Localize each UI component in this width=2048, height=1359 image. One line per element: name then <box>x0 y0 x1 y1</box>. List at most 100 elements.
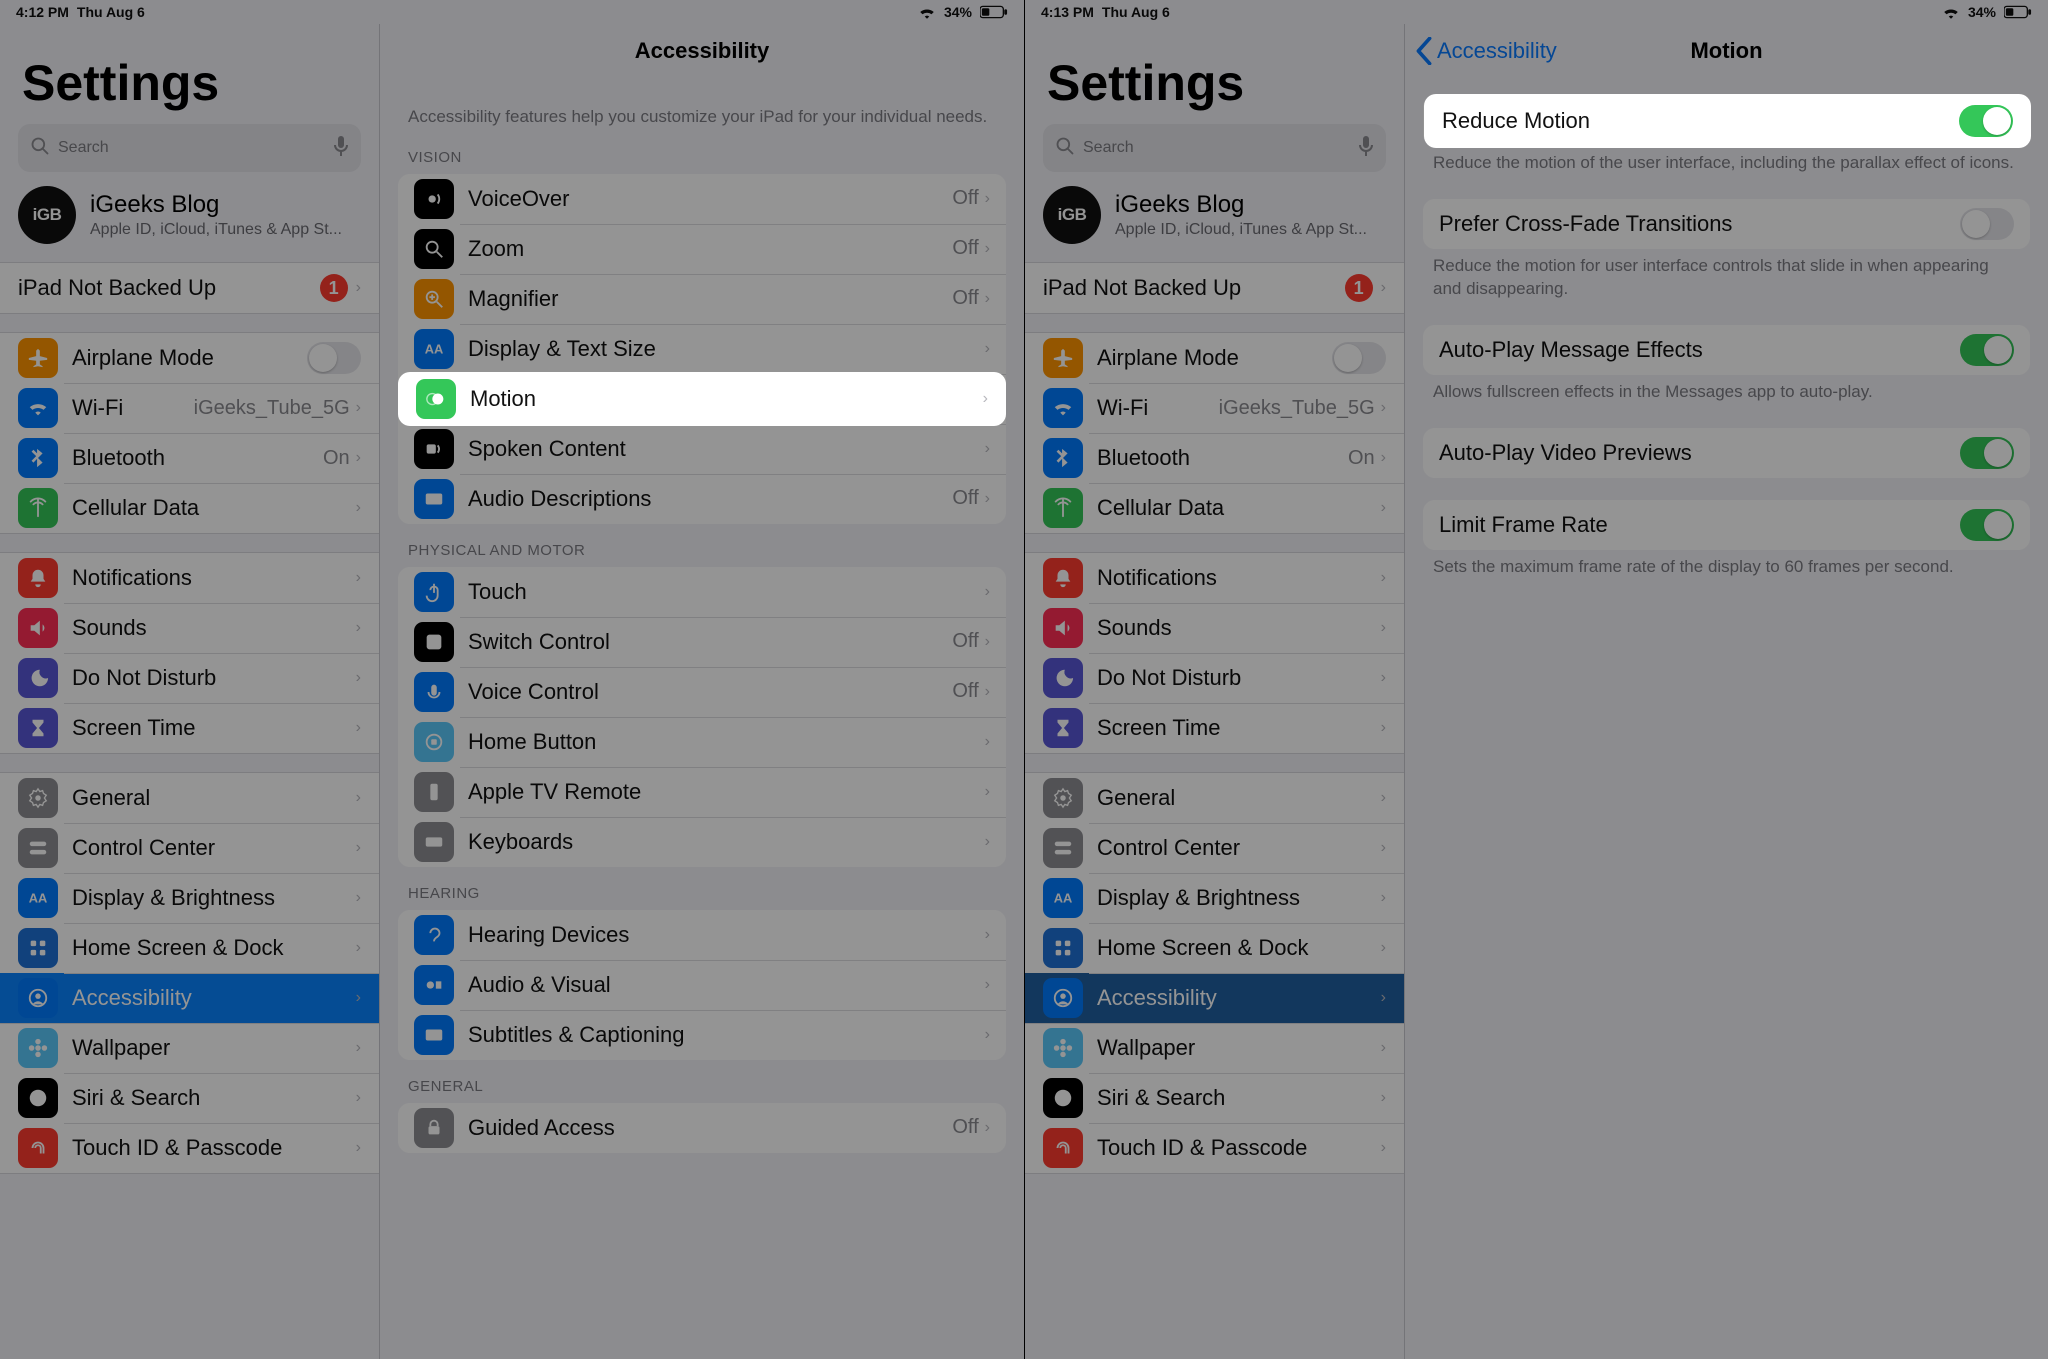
keyboard-icon <box>414 822 454 862</box>
row-zoom[interactable]: ZoomOff› <box>398 224 1006 274</box>
chevron-right-icon: › <box>985 1026 990 1044</box>
row-sounds[interactable]: Sounds› <box>0 603 379 653</box>
row-do-not-disturb[interactable]: Do Not Disturb› <box>0 653 379 703</box>
row-siri-search[interactable]: Siri & Search› <box>0 1073 379 1123</box>
row-screen-time[interactable]: Screen Time› <box>1025 703 1404 753</box>
row-siri-search[interactable]: Siri & Search› <box>1025 1073 1404 1123</box>
row-magnifier[interactable]: MagnifierOff› <box>398 274 1006 324</box>
moon-icon <box>1043 658 1083 698</box>
row-home-screen-dock[interactable]: Home Screen & Dock› <box>0 923 379 973</box>
row-wi-fi[interactable]: Wi-FiiGeeks_Tube_5G› <box>0 383 379 433</box>
row-label: Spoken Content <box>468 436 985 462</box>
toggle[interactable] <box>1960 208 2014 240</box>
motion-icon <box>416 379 456 419</box>
apple-id-row[interactable]: iGB iGeeks Blog Apple ID, iCloud, iTunes… <box>18 186 361 244</box>
section-header: Vision <box>380 131 1024 174</box>
row-label: Airplane Mode <box>72 345 307 371</box>
row-prefer-cross-fade-transitions[interactable]: Prefer Cross-Fade Transitions <box>1423 199 2030 249</box>
row-label: Wallpaper <box>72 1035 356 1061</box>
row-spoken-content[interactable]: Spoken Content› <box>398 424 1006 474</box>
bell-icon <box>1043 558 1083 598</box>
backup-warning-row[interactable]: iPad Not Backed Up 1 › <box>1025 263 1404 313</box>
row-auto-play-message-effects[interactable]: Auto-Play Message Effects <box>1423 325 2030 375</box>
chevron-right-icon: › <box>356 499 361 517</box>
row-wi-fi[interactable]: Wi-FiiGeeks_Tube_5G› <box>1025 383 1404 433</box>
row-auto-play-video-previews[interactable]: Auto-Play Video Previews <box>1423 428 2030 478</box>
chevron-right-icon: › <box>356 939 361 957</box>
row-accessibility[interactable]: Accessibility› <box>0 973 379 1023</box>
row-bluetooth[interactable]: BluetoothOn› <box>1025 433 1404 483</box>
row-audio-descriptions[interactable]: Audio DescriptionsOff› <box>398 474 1006 524</box>
toggle[interactable] <box>1960 509 2014 541</box>
row-audio-visual[interactable]: Audio & Visual› <box>398 960 1006 1010</box>
row-label: Reduce Motion <box>1442 108 1959 134</box>
toggle[interactable] <box>307 342 361 374</box>
row-airplane-mode[interactable]: Airplane Mode <box>1025 333 1404 383</box>
row-subtitles-captioning[interactable]: Subtitles & Captioning› <box>398 1010 1006 1060</box>
row-label: Screen Time <box>72 715 356 741</box>
row-apple-tv-remote[interactable]: Apple TV Remote› <box>398 767 1006 817</box>
row-touch[interactable]: Touch› <box>398 567 1006 617</box>
row-control-center[interactable]: Control Center› <box>0 823 379 873</box>
chevron-right-icon: › <box>985 340 990 358</box>
row-accessibility[interactable]: Accessibility› <box>1025 973 1404 1023</box>
row-label: Wi-Fi <box>72 395 194 421</box>
row-home-screen-dock[interactable]: Home Screen & Dock› <box>1025 923 1404 973</box>
row-reduce-motion[interactable]: Reduce Motion <box>1424 96 2031 146</box>
chevron-right-icon: › <box>1381 889 1386 907</box>
search-input[interactable]: Search <box>18 124 361 172</box>
row-notifications[interactable]: Notifications› <box>1025 553 1404 603</box>
row-do-not-disturb[interactable]: Do Not Disturb› <box>1025 653 1404 703</box>
row-label: General <box>1097 785 1381 811</box>
mic-icon[interactable] <box>1358 135 1374 162</box>
row-cellular-data[interactable]: Cellular Data› <box>0 483 379 533</box>
row-cellular-data[interactable]: Cellular Data› <box>1025 483 1404 533</box>
battery-icon <box>980 5 1008 19</box>
row-general[interactable]: General› <box>1025 773 1404 823</box>
row-touch-id-passcode[interactable]: Touch ID & Passcode› <box>1025 1123 1404 1173</box>
wifi-icon <box>18 388 58 428</box>
row-voiceover[interactable]: VoiceOverOff› <box>398 174 1006 224</box>
bluetooth-icon <box>18 438 58 478</box>
toggle[interactable] <box>1960 334 2014 366</box>
row-display-text-size[interactable]: AADisplay & Text Size› <box>398 324 1006 374</box>
row-home-button[interactable]: Home Button› <box>398 717 1006 767</box>
row-keyboards[interactable]: Keyboards› <box>398 817 1006 867</box>
apple-id-row[interactable]: iGB iGeeks Blog Apple ID, iCloud, iTunes… <box>1043 186 1386 244</box>
row-bluetooth[interactable]: BluetoothOn› <box>0 433 379 483</box>
row-control-center[interactable]: Control Center› <box>1025 823 1404 873</box>
row-sounds[interactable]: Sounds› <box>1025 603 1404 653</box>
row-aux: iGeeks_Tube_5G <box>194 397 350 420</box>
row-note: Reduce the motion for user interface con… <box>1405 249 2048 303</box>
row-touch-id-passcode[interactable]: Touch ID & Passcode› <box>0 1123 379 1173</box>
highlight-reduce-motion-row[interactable]: Reduce Motion <box>1424 94 2031 148</box>
row-label: Wallpaper <box>1097 1035 1381 1061</box>
row-voice-control[interactable]: Voice ControlOff› <box>398 667 1006 717</box>
chevron-right-icon: › <box>356 1089 361 1107</box>
row-general[interactable]: General› <box>0 773 379 823</box>
row-display-brightness[interactable]: AADisplay & Brightness› <box>1025 873 1404 923</box>
row-airplane-mode[interactable]: Airplane Mode <box>0 333 379 383</box>
mic-icon[interactable] <box>333 135 349 162</box>
row-display-brightness[interactable]: AADisplay & Brightness› <box>0 873 379 923</box>
antenna-icon <box>18 488 58 528</box>
row-wallpaper[interactable]: Wallpaper› <box>1025 1023 1404 1073</box>
row-motion[interactable]: Motion› <box>398 374 1006 424</box>
row-wallpaper[interactable]: Wallpaper› <box>0 1023 379 1073</box>
warning-badge: 1 <box>320 274 348 302</box>
highlight-motion-row[interactable]: Motion› <box>398 372 1006 426</box>
row-switch-control[interactable]: Switch ControlOff› <box>398 617 1006 667</box>
row-guided-access[interactable]: Guided AccessOff› <box>398 1103 1006 1153</box>
toggle[interactable] <box>1960 437 2014 469</box>
toggle[interactable] <box>1959 105 2013 137</box>
row-limit-frame-rate[interactable]: Limit Frame Rate <box>1423 500 2030 550</box>
row-screen-time[interactable]: Screen Time› <box>0 703 379 753</box>
row-notifications[interactable]: Notifications› <box>0 553 379 603</box>
row-hearing-devices[interactable]: Hearing Devices› <box>398 910 1006 960</box>
backup-warning-row[interactable]: iPad Not Backed Up 1 › <box>0 263 379 313</box>
search-input[interactable]: Search <box>1043 124 1386 172</box>
back-button[interactable]: Accessibility <box>1415 24 1557 78</box>
row-aux: On <box>323 447 350 470</box>
chevron-right-icon: › <box>1381 1039 1386 1057</box>
toggle[interactable] <box>1332 342 1386 374</box>
